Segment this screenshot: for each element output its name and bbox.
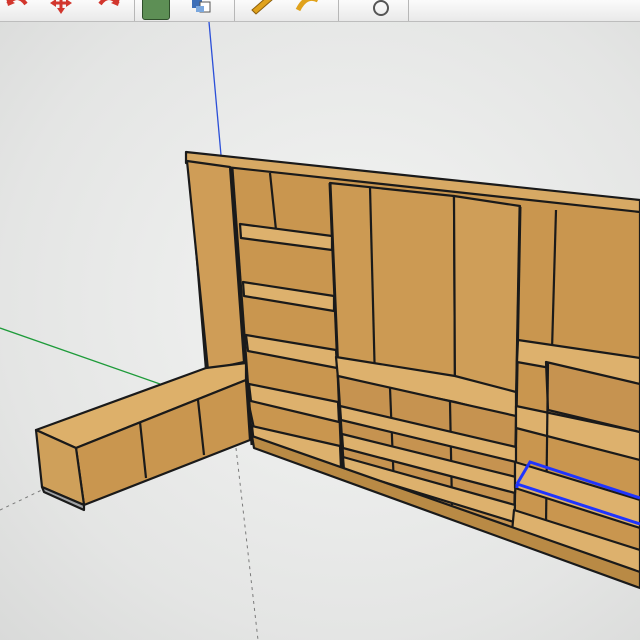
- wall-cabinet: [184, 150, 640, 590]
- orbit-icon[interactable]: [366, 0, 396, 18]
- toolbar-separator: [338, 0, 339, 21]
- push-pull-icon[interactable]: [292, 0, 322, 18]
- blue-axis-line: [208, 22, 222, 156]
- component-icon[interactable]: [142, 0, 170, 20]
- toolbar-separator: [134, 0, 135, 21]
- materials-icon[interactable]: [186, 0, 216, 18]
- toolbar: [0, 0, 640, 22]
- 3d-viewport[interactable]: [0, 22, 640, 640]
- toolbar-separator: [234, 0, 235, 21]
- bench-cabinet: [34, 361, 252, 512]
- undo-icon[interactable]: [2, 0, 32, 18]
- move-icon[interactable]: [46, 0, 76, 18]
- green-axis-line: [0, 327, 161, 385]
- pencil-icon[interactable]: [248, 0, 278, 18]
- redo-icon[interactable]: [94, 0, 124, 18]
- toolbar-separator: [408, 0, 409, 21]
- model-drawing: [0, 22, 640, 640]
- dotted-axis-line: [0, 487, 47, 511]
- dotted-axis-line: [235, 447, 259, 640]
